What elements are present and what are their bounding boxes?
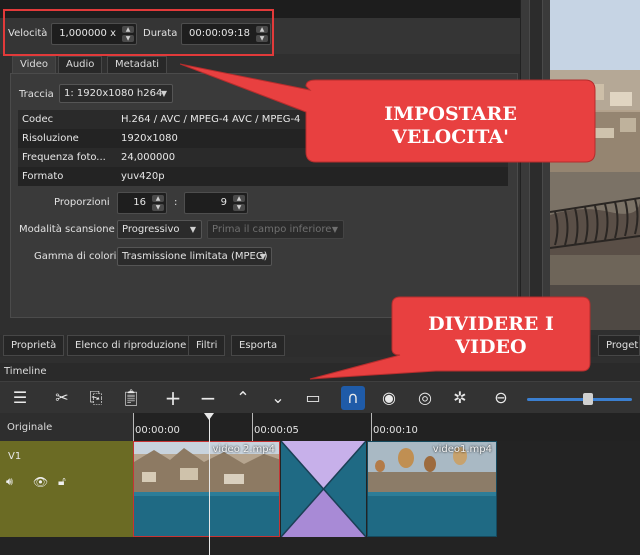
up-arrow-icon[interactable]: ▲ xyxy=(152,195,164,202)
clip-title: video 2.mp4 xyxy=(212,444,276,455)
aspect-den-value: 9 xyxy=(220,197,227,208)
color-range-label: Gamma di colori xyxy=(34,251,117,262)
color-range-value: Trasmissione limitata (MPEG) xyxy=(122,251,268,262)
speed-callout-line2: VELOCITA' xyxy=(392,126,509,148)
tab-properties[interactable]: Proprietà xyxy=(3,335,65,356)
transition-shape xyxy=(281,441,366,537)
track-select[interactable]: 1: 1920x1080 h264 ▼ xyxy=(59,84,173,103)
ruler-tick xyxy=(133,413,134,441)
field-order-value: Prima il campo inferiore xyxy=(212,224,332,235)
field-order-select: Prima il campo inferiore ▼ xyxy=(207,220,344,239)
info-key: Risoluzione xyxy=(22,133,79,144)
lock-icon[interactable]: 🔓︎ xyxy=(58,474,66,489)
zoom-slider-track[interactable] xyxy=(527,398,632,401)
scan-mode-select[interactable]: Progressivo ▼ xyxy=(117,220,202,239)
track-value: 1: 1920x1080 h264 xyxy=(64,88,163,99)
eye-icon[interactable]: 👁︎ xyxy=(33,475,48,489)
info-key: Frequenza foto... xyxy=(22,152,106,163)
tab-filters[interactable]: Filtri xyxy=(188,335,226,356)
speed-callout-text: IMPOSTARE VELOCITA' xyxy=(306,103,595,149)
plus-icon[interactable]: + xyxy=(161,386,185,410)
original-track-header: Originale xyxy=(0,413,133,441)
tab-playlist[interactable]: Elenco di riproduzione xyxy=(67,335,195,356)
snap-icon[interactable]: ∩ xyxy=(341,386,365,410)
split-icon[interactable]: ▭ xyxy=(301,386,325,410)
aspect-num-value: 16 xyxy=(133,197,146,208)
aspect-num-spinbox[interactable]: 16 ▲ ▼ xyxy=(117,192,167,214)
aspect-den-spinbox[interactable]: 9 ▲ ▼ xyxy=(184,192,248,214)
ruler-tick xyxy=(252,413,253,441)
info-key: Formato xyxy=(22,171,64,182)
aspect-label: Proporzioni xyxy=(54,197,110,208)
aspect-den-stepper[interactable]: ▲ ▼ xyxy=(233,195,245,211)
menu-icon[interactable]: ☰ xyxy=(8,386,32,410)
chevron-down-icon: ▼ xyxy=(160,89,167,98)
timeline-toolbar: ☰ ✂ ⎘ 📋︎ + − ⌃ ⌄ ▭ ∩ ◉ ◎ ✲ ⊖ xyxy=(0,381,640,413)
playhead-handle[interactable] xyxy=(204,413,214,420)
split-callout-line1: DIVIDERE I xyxy=(428,313,554,335)
ruler-tick xyxy=(371,413,372,441)
zoom-out-icon[interactable]: ⊖ xyxy=(489,386,513,410)
split-callout-line2: VIDEO xyxy=(455,336,527,358)
down-arrow-icon[interactable]: ▼ xyxy=(233,204,245,211)
tab-project[interactable]: Proget xyxy=(598,335,640,356)
clip-title: video1.mp4 xyxy=(432,444,492,455)
ripple-all-icon[interactable]: ✲ xyxy=(448,386,472,410)
minus-icon[interactable]: − xyxy=(196,386,220,410)
tab-export[interactable]: Esporta xyxy=(231,335,286,356)
up-arrow-icon[interactable]: ▲ xyxy=(233,195,245,202)
playhead[interactable] xyxy=(209,413,210,555)
transition-clip[interactable] xyxy=(281,441,366,537)
scan-mode-value: Progressivo xyxy=(122,224,180,235)
chevron-down-icon: ▼ xyxy=(331,225,338,234)
clip-thumbnail xyxy=(134,442,279,536)
scrub-icon[interactable]: ◉ xyxy=(377,386,401,410)
ruler-tick-label: 00:00:00 xyxy=(135,425,180,436)
chevron-down-icon: ▼ xyxy=(259,252,266,261)
aspect-num-stepper[interactable]: ▲ ▼ xyxy=(152,195,164,211)
speed-highlight-box xyxy=(3,9,274,56)
tab-metadata[interactable]: Metadati xyxy=(107,56,168,73)
chevron-down-icon: ▼ xyxy=(189,225,196,234)
paste-icon[interactable]: 📋︎ xyxy=(119,386,143,410)
clip-thumbnail xyxy=(368,442,496,536)
ripple-icon[interactable]: ◎ xyxy=(413,386,437,410)
tab-audio[interactable]: Audio xyxy=(58,56,103,73)
speaker-icon[interactable]: 🔊︎ xyxy=(6,475,13,489)
cut-icon[interactable]: ✂ xyxy=(50,386,74,410)
down-arrow-icon[interactable]: ▼ xyxy=(152,204,164,211)
speed-callout-line1: IMPOSTARE xyxy=(384,103,517,125)
down-icon[interactable]: ⌄ xyxy=(266,386,290,410)
aspect-separator: : xyxy=(174,197,178,208)
ruler-tick-label: 00:00:10 xyxy=(373,425,418,436)
v1-track-header[interactable]: V1 🔊︎ 👁︎ 🔓︎ xyxy=(0,441,133,537)
tab-video[interactable]: Video xyxy=(12,56,57,73)
scan-mode-label: Modalità scansione xyxy=(19,224,115,235)
ruler-tick-label: 00:00:05 xyxy=(254,425,299,436)
zoom-slider-handle[interactable] xyxy=(583,393,593,405)
track-name: V1 xyxy=(8,451,22,462)
split-callout-text: DIVIDERE I VIDEO xyxy=(394,313,588,359)
track-label: Traccia xyxy=(19,89,54,100)
info-key: Codec xyxy=(22,114,54,125)
color-range-select[interactable]: Trasmissione limitata (MPEG) ▼ xyxy=(117,247,272,266)
up-icon[interactable]: ⌃ xyxy=(231,386,255,410)
timeline-clip[interactable]: video1.mp4 xyxy=(367,441,497,537)
copy-icon[interactable]: ⎘ xyxy=(84,386,108,410)
timeline-clip[interactable]: video 2.mp4 xyxy=(133,441,280,537)
